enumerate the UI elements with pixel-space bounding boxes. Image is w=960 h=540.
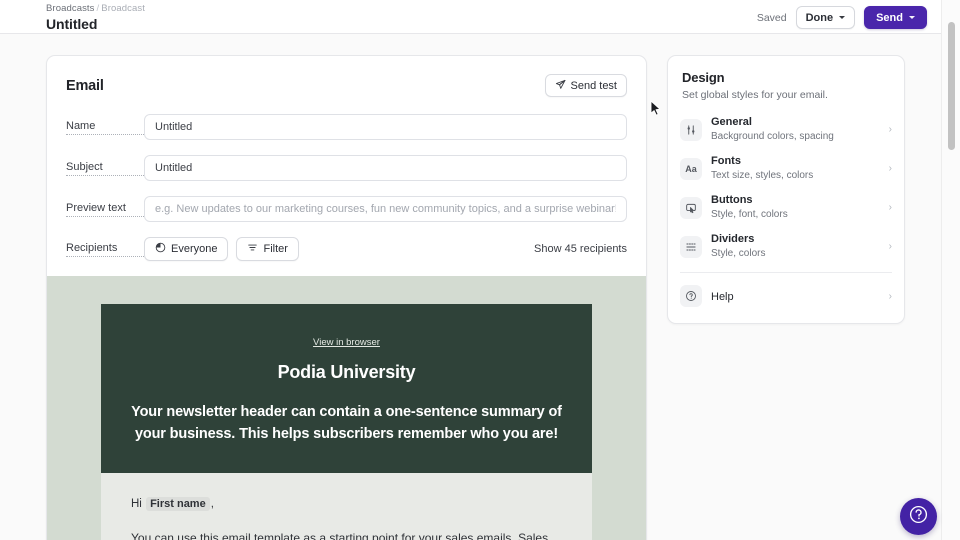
scrollbar-thumb[interactable] (948, 22, 955, 150)
design-item-buttons[interactable]: Buttons Style, font, colors › (668, 188, 904, 227)
design-item-name: General (711, 116, 752, 128)
view-in-browser-link[interactable]: View in browser (131, 337, 562, 348)
button-icon (680, 196, 702, 219)
app-root: Broadcasts / Broadcast Untitled Saved Done… (0, 0, 960, 540)
preview-text-input[interactable] (144, 196, 627, 222)
design-panel-divider (680, 272, 892, 273)
email-body-block[interactable]: Hi First name, You can use this email te… (101, 473, 592, 540)
filter-label: Filter (263, 243, 288, 255)
page-title: Untitled (46, 16, 98, 32)
design-item-desc: Text size, styles, colors (711, 170, 814, 181)
recipients-row: Recipients Everyone Filter Show 45 recip (66, 234, 627, 264)
design-panel-subtitle: Set global styles for your email. (682, 89, 828, 101)
chevron-down-icon (909, 16, 915, 19)
breadcrumb: Broadcasts / Broadcast (46, 3, 145, 15)
chevron-right-icon: › (888, 290, 892, 302)
sliders-icon (680, 118, 702, 141)
greeting-suffix: , (210, 498, 214, 510)
design-item-texts: Buttons Style, font, colors (711, 194, 880, 221)
design-item-desc: Background colors, spacing (711, 131, 834, 142)
label-recipients: Recipients (66, 242, 144, 257)
breadcrumb-and-title: Broadcasts / Broadcast Untitled (46, 0, 145, 33)
design-panel-title: Design (682, 70, 725, 85)
send-button-label: Send (876, 11, 903, 24)
email-hero-block[interactable]: View in browser Podia University Your ne… (101, 304, 592, 473)
design-item-texts: Dividers Style, colors (711, 233, 880, 260)
saved-status: Saved (756, 11, 787, 24)
everyone-label: Everyone (171, 243, 218, 255)
recipients-filter-button[interactable]: Filter (236, 237, 299, 261)
chevron-right-icon: › (888, 202, 892, 213)
filter-icon (247, 242, 258, 256)
design-item-texts: Fonts Text size, styles, colors (711, 155, 880, 182)
subject-input[interactable] (144, 155, 627, 181)
breadcrumb-separator: / (96, 3, 100, 14)
design-item-desc: Style, colors (711, 248, 766, 259)
done-button-label: Done (805, 11, 834, 24)
top-bar-actions: Saved Done Send (757, 0, 927, 29)
paper-plane-icon (555, 79, 566, 93)
done-button[interactable]: Done (795, 6, 856, 29)
dividers-icon (680, 235, 702, 258)
send-test-button[interactable]: Send test (544, 74, 627, 97)
design-item-fonts[interactable]: Aa Fonts Text size, styles, colors › (668, 149, 904, 188)
email-paragraph[interactable]: You can use this email template as a sta… (131, 526, 562, 540)
design-item-name: Fonts (711, 155, 741, 167)
field-row-preview-text: Preview text (66, 193, 627, 225)
chevron-right-icon: › (888, 241, 892, 252)
chevron-right-icon: › (888, 163, 892, 174)
design-item-name: Buttons (711, 194, 753, 206)
send-test-label: Send test (570, 79, 617, 92)
recipients-everyone-button[interactable]: Everyone (144, 237, 229, 261)
email-card-title: Email (66, 77, 104, 94)
email-card-header: Email Send test (47, 56, 646, 97)
design-item-dividers[interactable]: Dividers Style, colors › (668, 227, 904, 266)
field-row-subject: Subject (66, 152, 627, 184)
show-recipients-link[interactable]: Show 45 recipients (534, 243, 627, 255)
breadcrumb-root[interactable]: Broadcasts (46, 3, 95, 14)
help-fab-button[interactable] (900, 498, 937, 535)
label-name: Name (66, 120, 144, 135)
page-body: Email Send test Name Subject (0, 34, 941, 540)
breadcrumb-current: Broadcast (101, 3, 145, 14)
design-item-desc: Style, font, colors (711, 209, 788, 220)
email-card: Email Send test Name Subject (46, 55, 647, 540)
design-item-texts: Help (711, 287, 880, 305)
aa-text-icon: Aa (680, 157, 702, 180)
question-mark-icon (908, 504, 929, 530)
name-input[interactable] (144, 114, 627, 140)
chevron-down-icon (839, 16, 846, 19)
vertical-scrollbar[interactable] (941, 0, 960, 540)
field-row-name: Name (66, 111, 627, 143)
label-preview-text: Preview text (66, 202, 144, 217)
design-item-general[interactable]: General Background colors, spacing › (668, 110, 904, 149)
label-subject: Subject (66, 161, 144, 176)
email-preview-canvas: View in browser Podia University Your ne… (47, 276, 646, 540)
design-item-name: Dividers (711, 233, 755, 245)
pie-chart-icon (155, 242, 166, 256)
email-greeting[interactable]: Hi First name, (131, 497, 562, 511)
email-hero-copy[interactable]: Your newsletter header can contain a one… (131, 401, 562, 445)
design-item-help[interactable]: Help › (668, 279, 904, 313)
merge-tag-first-name[interactable]: First name (146, 497, 210, 511)
chevron-right-icon: › (888, 124, 892, 135)
design-panel: Design Set global styles for your email.… (667, 55, 905, 324)
question-circle-icon (680, 285, 702, 307)
design-options-list: General Background colors, spacing › Aa … (668, 110, 904, 313)
design-item-texts: General Background colors, spacing (711, 116, 880, 143)
send-button[interactable]: Send (864, 6, 927, 29)
design-item-name: Help (711, 291, 734, 303)
email-form: Name Subject Preview text Recipients (47, 97, 646, 264)
email-brand-heading[interactable]: Podia University (131, 362, 562, 383)
top-bar: Broadcasts / Broadcast Untitled Saved Done… (0, 0, 941, 34)
greeting-prefix: Hi (131, 498, 142, 510)
